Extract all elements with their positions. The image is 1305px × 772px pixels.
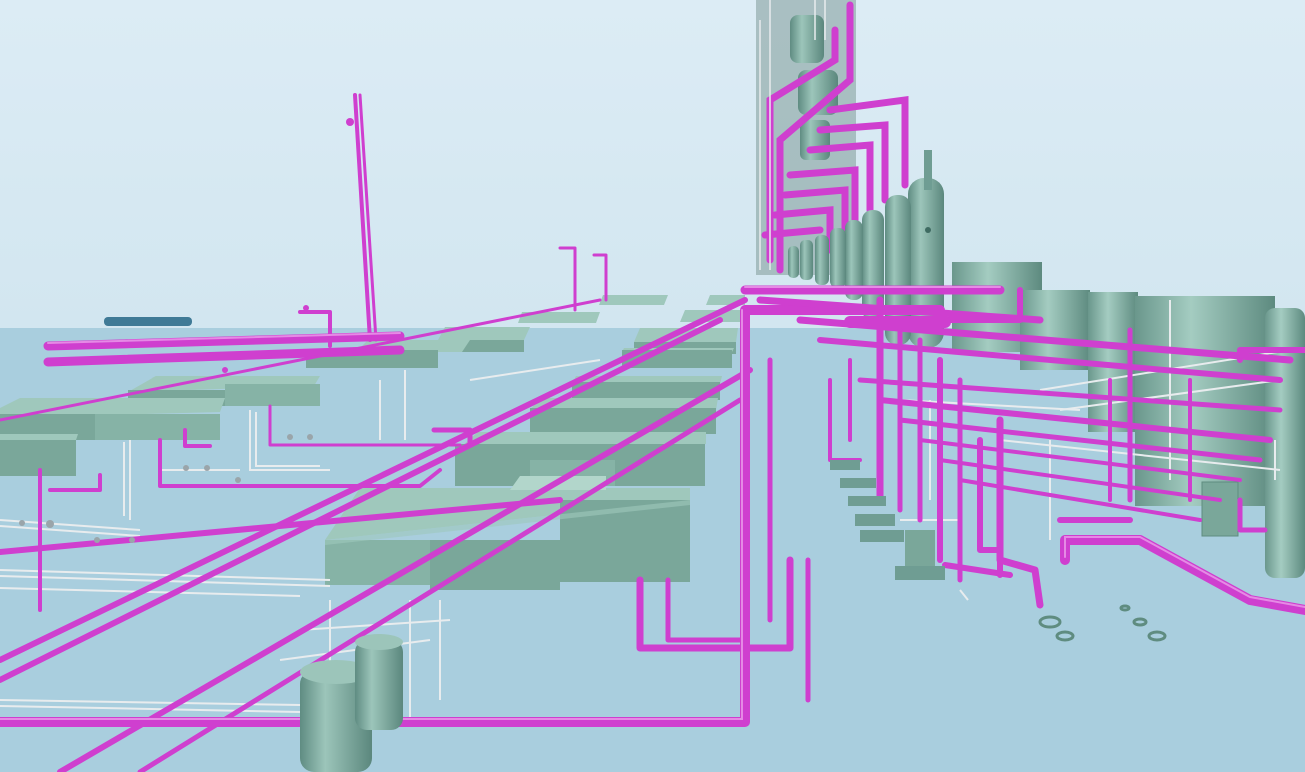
3d-viewport[interactable]: [0, 0, 1305, 772]
sky: [0, 0, 1305, 330]
far-vessel: [104, 317, 192, 326]
plant-model-render: [0, 0, 1305, 772]
